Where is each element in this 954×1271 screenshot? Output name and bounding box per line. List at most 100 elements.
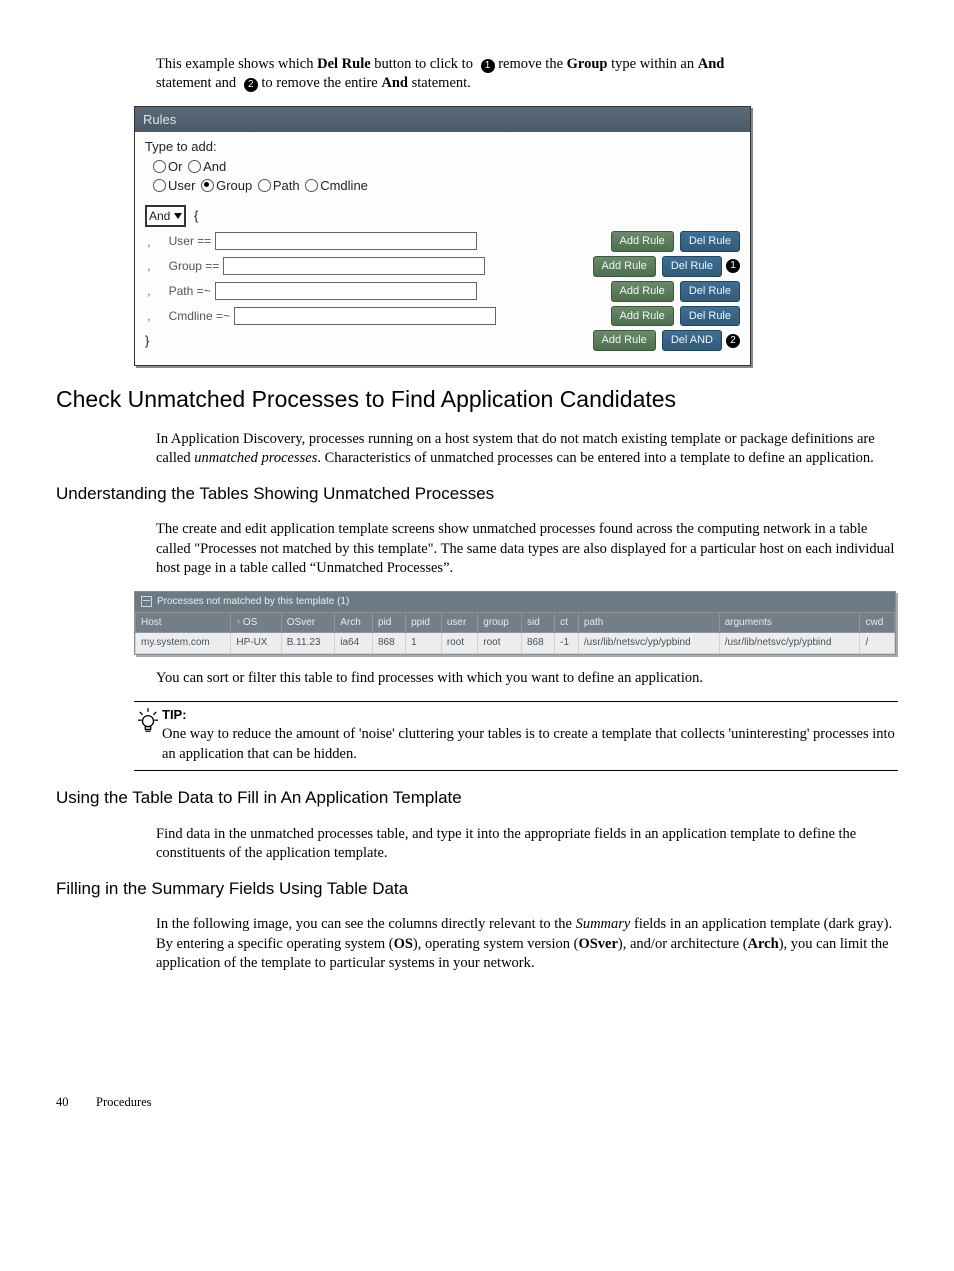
heading-understanding: Understanding the Tables Showing Unmatch… (56, 483, 898, 506)
col-pid[interactable]: pid (372, 612, 405, 633)
text: In the following image, you can see the … (156, 916, 576, 932)
col-ct[interactable]: ct (555, 612, 579, 633)
processes-table: Processes not matched by this template (… (134, 591, 896, 655)
text: button to click to (371, 56, 477, 72)
brace-close: } (145, 332, 149, 350)
col-arch[interactable]: Arch (335, 612, 373, 633)
path-input[interactable] (215, 282, 477, 300)
rule-row-cmdline: , Cmdline =~ Add Rule Del Rule (145, 306, 740, 327)
para-filling: In the following image, you can see the … (156, 915, 898, 974)
cell-cwd: / (860, 633, 895, 654)
heading-filling-summary: Filling in the Summary Fields Using Tabl… (56, 878, 898, 901)
col-ppid[interactable]: ppid (406, 612, 442, 633)
callout-2-icon: 2 (244, 78, 258, 92)
collapse-icon[interactable] (141, 596, 152, 607)
rule-label-path: Path =~ (169, 283, 211, 299)
comma: , (147, 233, 151, 251)
and-select-label: And (149, 208, 170, 224)
lightbulb-icon (137, 708, 159, 736)
cell-pid: 868 (372, 633, 405, 654)
para-understanding: The create and edit application template… (156, 520, 898, 579)
cell-arguments: /usr/lib/netsvc/yp/ypbind (719, 633, 860, 654)
radio-and[interactable] (188, 160, 201, 173)
callout-1-icon: 1 (481, 59, 495, 73)
del-rule-bold: Del Rule (317, 56, 371, 72)
del-rule-button[interactable]: Del Rule (680, 281, 740, 302)
text: statement. (408, 75, 471, 91)
radio-cmdline-label: Cmdline (320, 178, 368, 193)
text: . Characteristics of unmatched processes… (317, 450, 873, 466)
rule-row-group: , Group == Add Rule Del Rule 1 (145, 256, 740, 277)
cell-host: my.system.com (136, 633, 231, 654)
text: type within an (608, 56, 698, 72)
cmdline-input[interactable] (234, 307, 496, 325)
para-using: Find data in the unmatched processes tab… (156, 825, 898, 864)
text: ), operating system version ( (413, 936, 579, 952)
comma: , (147, 307, 151, 325)
and-select[interactable]: And (145, 205, 186, 227)
cell-ct: -1 (555, 633, 579, 654)
brace-open: { (194, 208, 198, 223)
page-number: 40 (56, 1094, 96, 1111)
tip-body: One way to reduce the amount of 'noise' … (162, 726, 895, 762)
add-rule-button[interactable]: Add Rule (593, 330, 656, 351)
group-input[interactable] (223, 257, 485, 275)
page-footer: 40 Procedures (56, 1094, 898, 1111)
summary-italic: Summary (576, 916, 631, 932)
radio-and-label: And (203, 159, 226, 174)
radio-group[interactable] (201, 179, 214, 192)
add-rule-button[interactable]: Add Rule (593, 256, 656, 277)
para-sort: You can sort or filter this table to fin… (156, 669, 898, 689)
text: statement and (156, 75, 240, 91)
del-rule-button[interactable]: Del Rule (680, 306, 740, 327)
radio-row-2: User Group Path Cmdline (153, 177, 740, 195)
cell-path: /usr/lib/netsvc/yp/ypbind (578, 633, 719, 654)
col-osver[interactable]: OSver (281, 612, 335, 633)
add-rule-button[interactable]: Add Rule (611, 231, 674, 252)
and-select-row: And { (145, 205, 740, 227)
radio-path-label: Path (273, 178, 300, 193)
radio-user[interactable] (153, 179, 166, 192)
col-cwd[interactable]: cwd (860, 612, 895, 633)
text: ), and/or architecture ( (618, 936, 748, 952)
panel-title: Rules (135, 107, 750, 133)
col-user[interactable]: user (441, 612, 477, 633)
rule-row-path: , Path =~ Add Rule Del Rule (145, 281, 740, 302)
cell-ppid: 1 (406, 633, 442, 654)
rule-row-user: , User == Add Rule Del Rule (145, 231, 740, 252)
intro-paragraph: This example shows which Del Rule button… (156, 55, 898, 94)
add-rule-button[interactable]: Add Rule (611, 281, 674, 302)
radio-row-1: Or And (153, 158, 740, 176)
del-rule-button[interactable]: Del Rule (662, 256, 722, 277)
radio-user-label: User (168, 178, 195, 193)
and-bold-2: And (381, 75, 408, 91)
processes-title-text: Processes not matched by this template (… (157, 595, 349, 609)
col-arguments[interactable]: arguments (719, 612, 860, 633)
add-rule-button[interactable]: Add Rule (611, 306, 674, 327)
arch-bold: Arch (748, 936, 779, 952)
processes-grid: Host ↑OS OSver Arch pid ppid user group … (135, 612, 895, 654)
radio-cmdline[interactable] (305, 179, 318, 192)
processes-table-title[interactable]: Processes not matched by this template (… (135, 592, 895, 612)
cell-group: root (478, 633, 522, 654)
radio-path[interactable] (258, 179, 271, 192)
radio-or[interactable] (153, 160, 166, 173)
col-path[interactable]: path (578, 612, 719, 633)
group-bold: Group (567, 56, 608, 72)
and-bold: And (698, 56, 725, 72)
cell-os: HP-UX (231, 633, 281, 654)
col-group[interactable]: group (478, 612, 522, 633)
user-input[interactable] (215, 232, 477, 250)
col-host[interactable]: Host (136, 612, 231, 633)
col-os[interactable]: ↑OS (231, 612, 281, 633)
del-and-button[interactable]: Del AND (662, 330, 722, 351)
del-rule-button[interactable]: Del Rule (680, 231, 740, 252)
table-row[interactable]: my.system.com HP-UX B.11.23 ia64 868 1 r… (136, 633, 895, 654)
text: to remove the entire (258, 75, 382, 91)
rule-label-cmdline: Cmdline =~ (169, 308, 230, 324)
tip-text: TIP: One way to reduce the amount of 'no… (162, 706, 898, 765)
col-sid[interactable]: sid (522, 612, 555, 633)
rule-row-final: } Add Rule Del AND 2 (145, 330, 740, 351)
text: remove the (495, 56, 567, 72)
table-header-row: Host ↑OS OSver Arch pid ppid user group … (136, 612, 895, 633)
